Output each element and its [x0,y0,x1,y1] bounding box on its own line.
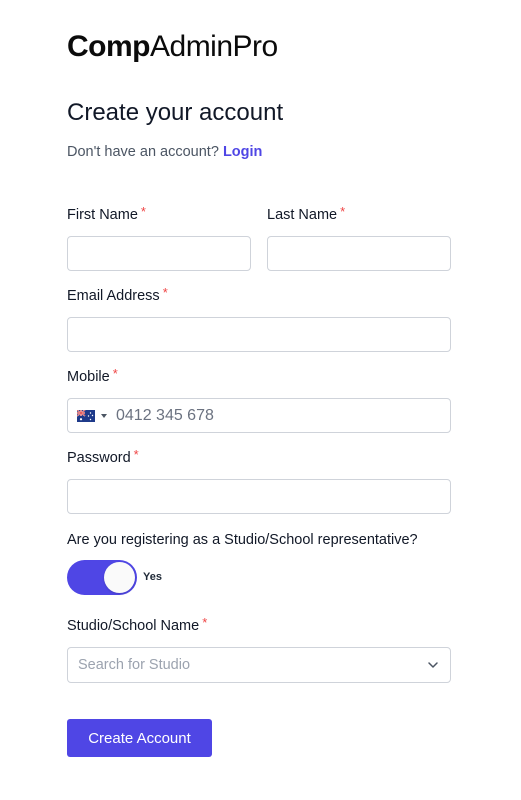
email-label: Email Address * [67,285,168,304]
login-prompt: Don't have an account? Login [67,144,262,160]
caret-down-icon [101,414,107,418]
studio-select[interactable]: Search for Studio [67,647,451,683]
first-name-input[interactable] [67,236,251,271]
representative-question: Are you registering as a Studio/School r… [67,532,418,548]
login-link[interactable]: Login [223,144,262,160]
required-marker: * [140,204,146,219]
last-name-label: Last Name * [267,204,346,223]
first-name-label: First Name * [67,204,146,223]
email-input[interactable] [67,317,451,352]
required-marker: * [112,366,118,381]
required-marker: * [133,447,139,462]
studio-label: Studio/School Name * [67,615,208,634]
mobile-label-text: Mobile [67,369,110,385]
studio-select-placeholder: Search for Studio [78,657,191,673]
mobile-label: Mobile * [67,366,118,385]
password-label: Password * [67,447,139,466]
required-marker: * [340,204,346,219]
required-marker: * [162,285,168,300]
toggle-state-label: Yes [143,571,162,583]
first-name-label-text: First Name [67,207,138,223]
create-account-button[interactable]: Create Account [67,719,212,757]
chevron-down-icon [428,662,438,668]
login-prompt-text: Don't have an account? [67,144,219,160]
logo-bold-part: Comp [67,30,151,63]
required-marker: * [202,615,208,630]
email-label-text: Email Address [67,288,160,304]
password-input[interactable] [67,479,451,514]
representative-toggle[interactable] [67,560,137,595]
mobile-input[interactable] [114,399,448,432]
last-name-input[interactable] [267,236,451,271]
page-title: Create your account [67,99,284,126]
app-logo: CompAdminPro [67,30,278,64]
last-name-label-text: Last Name [267,207,338,223]
password-label-text: Password [67,450,131,466]
australia-flag-icon [77,410,95,422]
toggle-knob [104,562,135,593]
studio-label-text: Studio/School Name [67,618,200,634]
country-code-selector[interactable] [77,409,117,423]
mobile-field [67,398,451,433]
logo-regular-part: AdminPro [150,30,278,63]
